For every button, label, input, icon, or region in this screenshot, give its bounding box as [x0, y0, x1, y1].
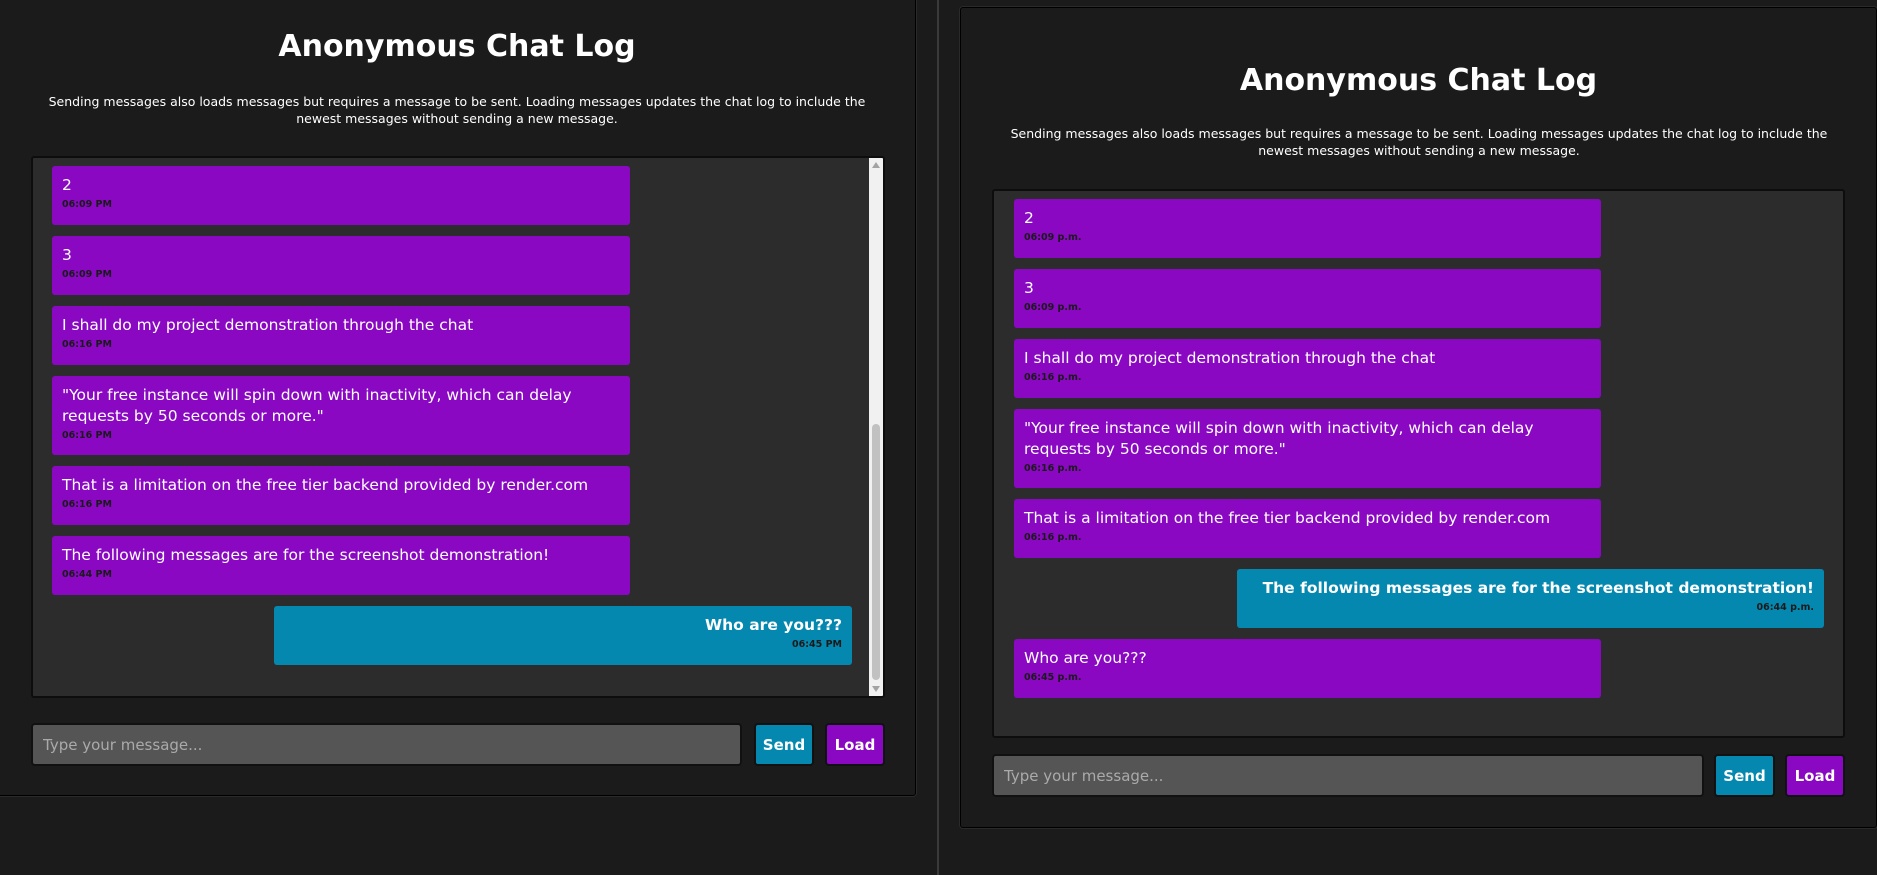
scrollbar-thumb[interactable]: [872, 424, 880, 680]
message-text: 2: [1024, 209, 1034, 227]
scroll-down-arrow-icon[interactable]: [872, 686, 880, 692]
send-button[interactable]: Send: [1714, 754, 1775, 797]
message-time: 06:16 PM: [62, 430, 112, 441]
message-time: 06:09 p.m.: [1024, 232, 1082, 243]
message-text: 3: [1024, 279, 1034, 297]
page-description: Sending messages also loads messages but…: [1010, 126, 1828, 158]
message-bubble: "Your free instance will spin down with …: [52, 376, 630, 455]
chat-log[interactable]: 2 06:09 p.m. 3 06:09 p.m. I shall do my …: [992, 189, 1845, 738]
chat-log[interactable]: 2 06:09 PM 3 06:09 PM I shall do my proj…: [31, 156, 885, 698]
message-bubble: 2 06:09 PM: [52, 166, 630, 225]
message-text: 2: [62, 176, 72, 194]
message-bubble: "Your free instance will spin down with …: [1014, 409, 1601, 488]
message-input[interactable]: [31, 723, 742, 766]
message-time: 06:44 p.m.: [1756, 602, 1814, 613]
message-bubble-own: The following messages are for the scree…: [1237, 569, 1824, 628]
message-text: The following messages are for the scree…: [62, 546, 550, 564]
message-input[interactable]: [992, 754, 1704, 797]
message-time: 06:44 PM: [62, 569, 112, 580]
message-time: 06:16 PM: [62, 339, 112, 350]
message-bubble: 3 06:09 PM: [52, 236, 630, 295]
page-title: Anonymous Chat Log: [278, 29, 636, 64]
message-text: Who are you???: [705, 616, 842, 634]
message-bubble: That is a limitation on the free tier ba…: [52, 466, 630, 525]
message-time: 06:09 PM: [62, 199, 112, 210]
page-description: Sending messages also loads messages but…: [48, 94, 866, 126]
message-bubble: I shall do my project demonstration thro…: [52, 306, 630, 365]
message-time: 06:16 p.m.: [1024, 372, 1082, 383]
window-divider: [937, 0, 939, 875]
message-text: I shall do my project demonstration thro…: [62, 316, 474, 334]
message-bubble: That is a limitation on the free tier ba…: [1014, 499, 1601, 558]
message-bubble: Who are you??? 06:45 p.m.: [1014, 639, 1601, 698]
page-title: Anonymous Chat Log: [1239, 63, 1598, 98]
load-button[interactable]: Load: [1785, 754, 1845, 797]
chat-panel-left: Anonymous Chat Log Sending messages also…: [0, 0, 916, 796]
message-text: That is a limitation on the free tier ba…: [62, 476, 589, 494]
chat-scrollbar[interactable]: [869, 158, 883, 696]
message-bubble: 2 06:09 p.m.: [1014, 199, 1601, 258]
message-text: "Your free instance will spin down with …: [62, 386, 572, 425]
message-time: 06:09 p.m.: [1024, 302, 1082, 313]
message-time: 06:16 p.m.: [1024, 532, 1082, 543]
load-button[interactable]: Load: [825, 723, 885, 766]
message-time: 06:09 PM: [62, 269, 112, 280]
message-time: 06:45 p.m.: [1024, 672, 1082, 683]
message-text: I shall do my project demonstration thro…: [1024, 349, 1436, 367]
message-time: 06:16 PM: [62, 499, 112, 510]
message-bubble: I shall do my project demonstration thro…: [1014, 339, 1601, 398]
message-time: 06:16 p.m.: [1024, 463, 1082, 474]
scroll-up-arrow-icon[interactable]: [872, 162, 880, 168]
message-text: "Your free instance will spin down with …: [1024, 419, 1534, 458]
message-text: That is a limitation on the free tier ba…: [1024, 509, 1551, 527]
message-text: 3: [62, 246, 72, 264]
message-bubble: The following messages are for the scree…: [52, 536, 630, 595]
chat-panel-right: Anonymous Chat Log Sending messages also…: [960, 7, 1877, 828]
message-time: 06:45 PM: [792, 639, 842, 650]
send-button[interactable]: Send: [754, 723, 814, 766]
message-text: The following messages are for the scree…: [1262, 579, 1814, 597]
message-text: Who are you???: [1024, 649, 1147, 667]
message-bubble-own: Who are you??? 06:45 PM: [274, 606, 852, 665]
message-bubble: 3 06:09 p.m.: [1014, 269, 1601, 328]
